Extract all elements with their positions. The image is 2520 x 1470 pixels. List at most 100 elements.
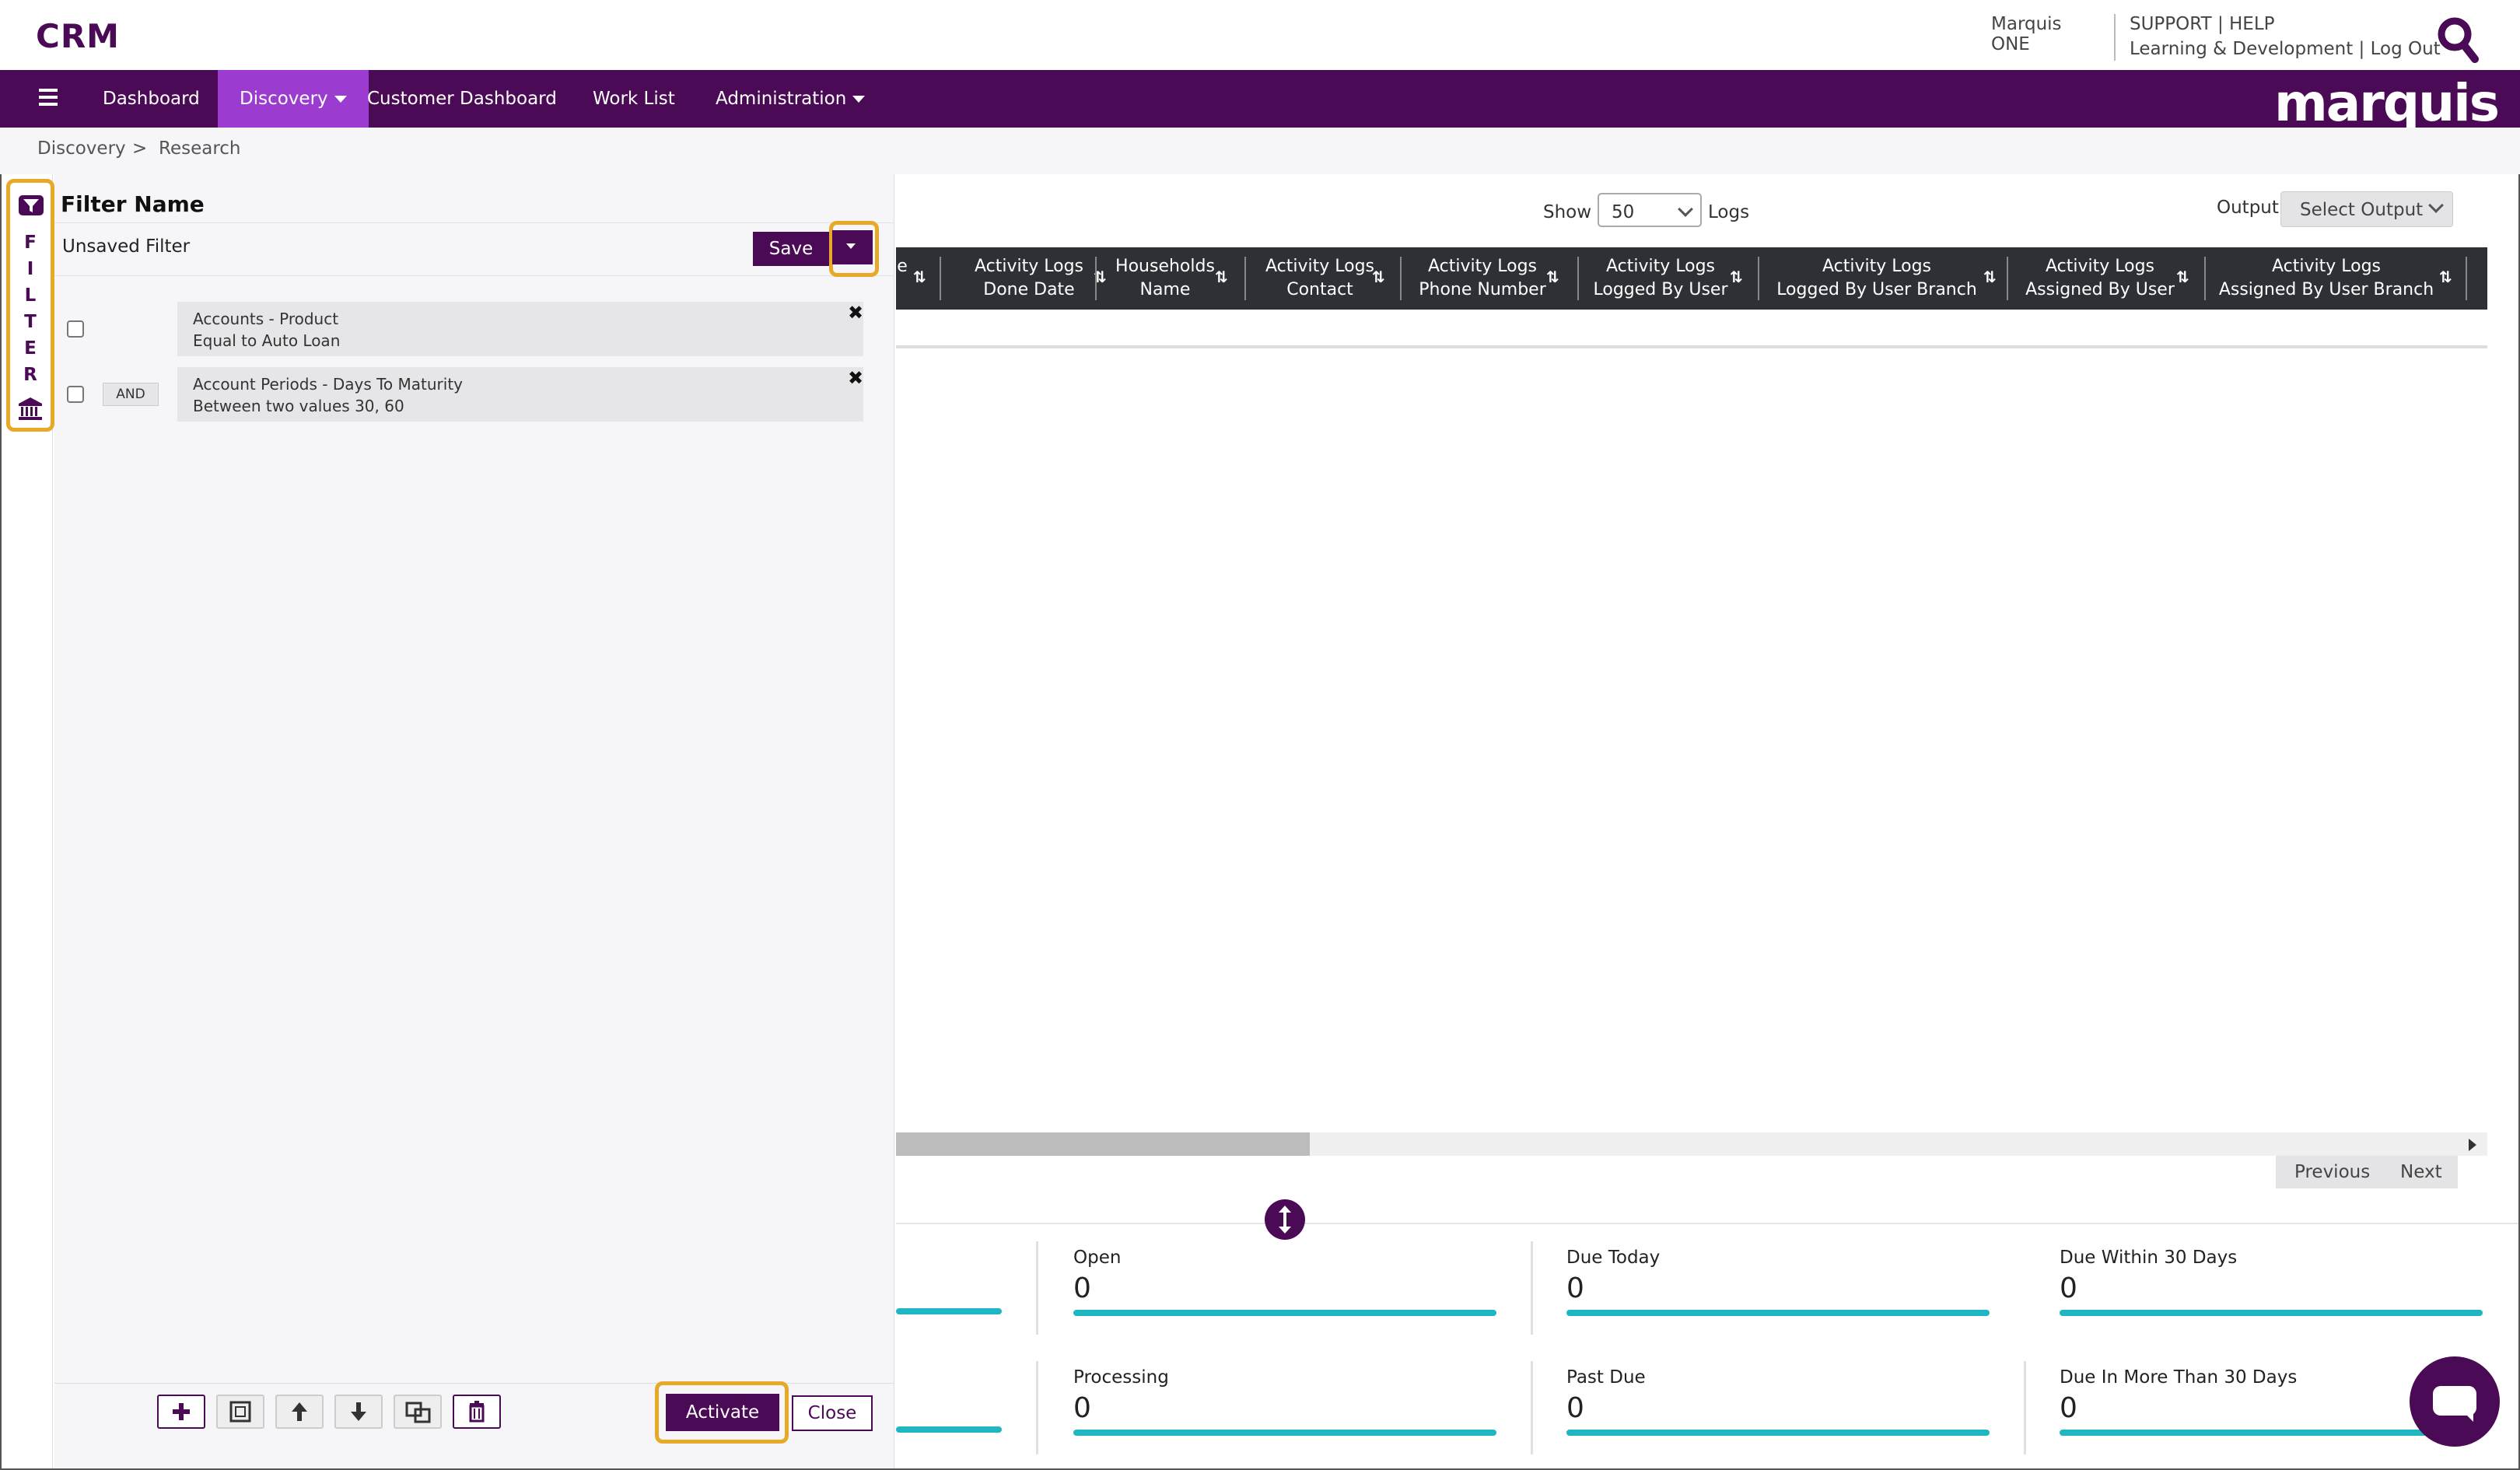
sort-icon[interactable]: ⇅ [913,268,926,286]
column-header[interactable]: Activity Logs Done Date [941,247,1117,310]
page-size-select[interactable]: 50 [1598,193,1702,227]
stat-label: Due Within 30 Days [2060,1248,2238,1268]
scrollbar-thumb[interactable] [896,1132,1310,1156]
table-body-divider [896,345,2487,348]
chat-button[interactable] [2410,1356,2500,1447]
results-area: Show 50 Logs Output Select Output e ⇅ Ac… [896,174,2518,1468]
save-options-dropdown[interactable] [832,230,873,264]
sort-icon[interactable]: ⇅ [1983,268,1997,286]
close-button[interactable]: Close [792,1395,873,1431]
filter-name-heading: Filter Name [61,191,205,217]
sort-icon[interactable]: ⇅ [1215,268,1228,286]
learning-logout-links[interactable]: Learning & Development | Log Out [2130,39,2441,59]
remove-condition-icon[interactable]: ✖ [848,302,863,324]
stat-divider [1036,1241,1038,1335]
stat-label: Open [1073,1248,1122,1268]
output-select[interactable]: Select Output [2280,191,2453,227]
stat-value: 0 [1566,1272,1584,1304]
output-label: Output [2217,198,2279,218]
menu-icon[interactable] [39,89,58,107]
sort-icon[interactable]: ⇅ [2439,268,2452,286]
breadcrumb: Discovery > Research [0,128,2520,174]
add-condition-button[interactable] [157,1395,205,1429]
stat-bar [2060,1430,2483,1436]
filter-tab-label: F I L T E R [23,233,37,385]
chat-icon-tail [2462,1411,2473,1422]
nav-administration[interactable]: Administration [694,70,887,128]
stat-value: 0 [1073,1392,1091,1424]
column-header[interactable]: Activity Logs Phone Number [1402,247,1563,310]
condition-rule: Equal to Auto Loan [193,331,341,350]
top-header: CRM Marquis ONE SUPPORT | HELP Learning … [0,0,2520,70]
pagination: Previous Next [2276,1156,2458,1188]
app-title: CRM [36,17,120,55]
stat-label: Due In More Than 30 Days [2060,1367,2298,1388]
stat-bar [1073,1430,1496,1436]
column-divider [2466,257,2467,300]
sort-icon[interactable]: ⇅ [1372,268,1385,286]
remove-condition-icon[interactable]: ✖ [848,367,863,389]
condition-field: Accounts - Product [193,310,339,328]
move-down-button[interactable] [334,1395,383,1429]
search-icon[interactable] [2434,14,2480,65]
nav-work-list[interactable]: Work List [571,70,697,128]
breadcrumb-research: Research [159,138,241,159]
filter-condition[interactable]: Account Periods - Days To Maturity Betwe… [177,367,863,422]
funnel-icon[interactable] [19,195,44,215]
filter-panel: Filter Name Unsaved Filter Save Accounts… [54,174,894,1468]
stat-label: Past Due [1566,1367,1646,1388]
horizontal-scrollbar[interactable] [896,1132,2487,1156]
stat-label: Due Today [1566,1248,1661,1268]
main-nav: Dashboard Discovery Customer Dashboard W… [0,70,2520,133]
filter-condition[interactable]: Accounts - Product Equal to Auto Loan [177,302,863,356]
condition-checkbox[interactable] [67,320,84,338]
top-links-divider [2114,14,2116,61]
chevron-down-icon [1678,201,1693,217]
column-header[interactable]: Activity Logs Logged By User Branch [1759,247,1994,310]
scroll-right-icon[interactable] [2469,1139,2476,1151]
nav-customer-dashboard[interactable]: Customer Dashboard [345,70,579,128]
breadcrumb-discovery[interactable]: Discovery [37,138,126,159]
condition-checkbox[interactable] [67,386,84,403]
divider [54,222,894,223]
save-button[interactable]: Save [753,232,829,266]
ungroup-button[interactable] [394,1395,442,1429]
next-button[interactable]: Next [2400,1162,2442,1182]
stat-divider [1531,1361,1533,1454]
previous-button[interactable]: Previous [2294,1162,2370,1182]
column-header[interactable]: Households Name [1097,247,1234,310]
column-header[interactable]: e [896,247,908,310]
sort-icon[interactable]: ⇅ [1546,268,1559,286]
table-header: e ⇅ Activity Logs Done Date ⇅ Households N… [896,247,2487,310]
column-header[interactable]: Activity Logs Assigned By User [2008,247,2192,310]
stat-label: Processing [1073,1367,1169,1388]
support-help-links[interactable]: SUPPORT | HELP [2130,14,2275,34]
stat-bar [2060,1310,2483,1316]
group-button[interactable] [216,1395,264,1429]
sort-icon[interactable]: ⇅ [1730,268,1743,286]
stat-bar [1566,1310,1990,1316]
stats-divider [896,1223,2518,1224]
chevron-down-icon [852,96,866,103]
delete-button[interactable] [453,1395,501,1429]
and-connector[interactable]: AND [103,383,159,406]
resize-handle-icon[interactable] [1265,1199,1305,1240]
nav-dashboard[interactable]: Dashboard [81,70,222,128]
sort-icon[interactable]: ⇅ [2176,268,2189,286]
bank-icon[interactable] [17,396,44,421]
divider [54,275,894,276]
stat-divider [2024,1361,2026,1454]
column-header[interactable]: Activity Logs Assigned By User Branch [2206,247,2447,310]
marquis-one-link[interactable]: Marquis ONE [1991,14,2062,54]
filter-tab[interactable]: F I L T E R [6,179,54,432]
breadcrumb-separator: > [132,138,148,159]
stat-value: 0 [1566,1392,1584,1424]
condition-rule: Between two values 30, 60 [193,397,404,415]
activate-button[interactable]: Activate [666,1394,779,1431]
filter-name-value[interactable]: Unsaved Filter [62,236,190,257]
stat-bar [1566,1430,1990,1436]
stat-value: 0 [2060,1392,2077,1424]
move-up-button[interactable] [275,1395,324,1429]
column-header[interactable]: Activity Logs Logged By User [1579,247,1742,310]
logs-label: Logs [1708,202,1750,222]
